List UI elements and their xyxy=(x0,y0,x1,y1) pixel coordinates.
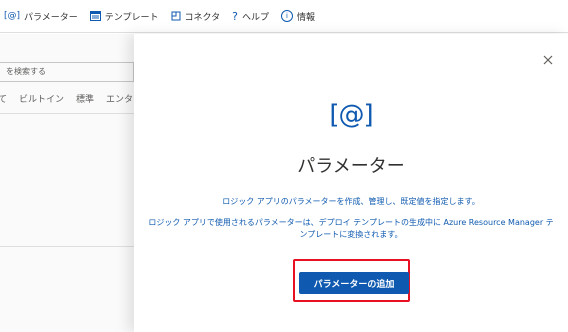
toolbar-help-label: ヘルプ xyxy=(241,12,269,23)
tab-all[interactable]: て xyxy=(0,92,7,110)
tab-enterprise[interactable]: エンタ xyxy=(106,92,133,110)
panel-description-arm: ロジック アプリで使用されるパラメーターは、デプロイ テンプレートの生成中に A… xyxy=(148,218,554,239)
toolbar-help-button[interactable]: ? ヘルプ xyxy=(232,10,269,23)
toolbar-connectors-button[interactable]: コネクタ xyxy=(171,10,221,23)
toolbar-info-label: 情報 xyxy=(297,12,316,23)
toolbar-info-button[interactable]: i 情報 xyxy=(281,10,315,23)
info-icon: i xyxy=(281,10,293,22)
search-input[interactable]: を検索する xyxy=(0,62,134,82)
parameters-panel: [@] パラメーター ロジック アプリのパラメーターを作成、管理し、既定値を指定… xyxy=(134,34,568,332)
parameters-icon: [@] xyxy=(4,11,21,21)
template-icon xyxy=(89,10,101,22)
tab-standard[interactable]: 標準 xyxy=(76,92,94,110)
parameters-large-icon: [@] xyxy=(329,100,373,130)
connector-icon xyxy=(171,10,181,22)
toolbar-templates-label: テンプレート xyxy=(104,12,159,23)
tab-builtin[interactable]: ビルトイン xyxy=(19,92,64,110)
panel-title: パラメーター xyxy=(297,156,405,177)
help-icon: ? xyxy=(232,9,238,23)
toolbar-templates-button[interactable]: テンプレート xyxy=(89,10,159,23)
add-parameter-button[interactable]: パラメーターの追加 xyxy=(299,272,409,294)
filter-tabs: て ビルトイン 標準 エンタ xyxy=(0,92,134,110)
filter-divider xyxy=(0,113,134,114)
toolbar-parameters-label: パラメーター xyxy=(24,12,78,23)
close-button[interactable] xyxy=(540,52,556,68)
toolbar: [@] パラメーター テンプレート コネクタ ? ヘルプ i 情報 xyxy=(0,0,568,33)
close-icon xyxy=(543,55,553,65)
toolbar-connectors-label: コネクタ xyxy=(184,12,221,23)
panel-description: ロジック アプリのパラメーターを作成、管理し、既定値を指定します。 xyxy=(222,197,480,206)
toolbar-parameters-button[interactable]: [@] パラメーター xyxy=(4,10,78,23)
left-divider xyxy=(0,246,134,247)
